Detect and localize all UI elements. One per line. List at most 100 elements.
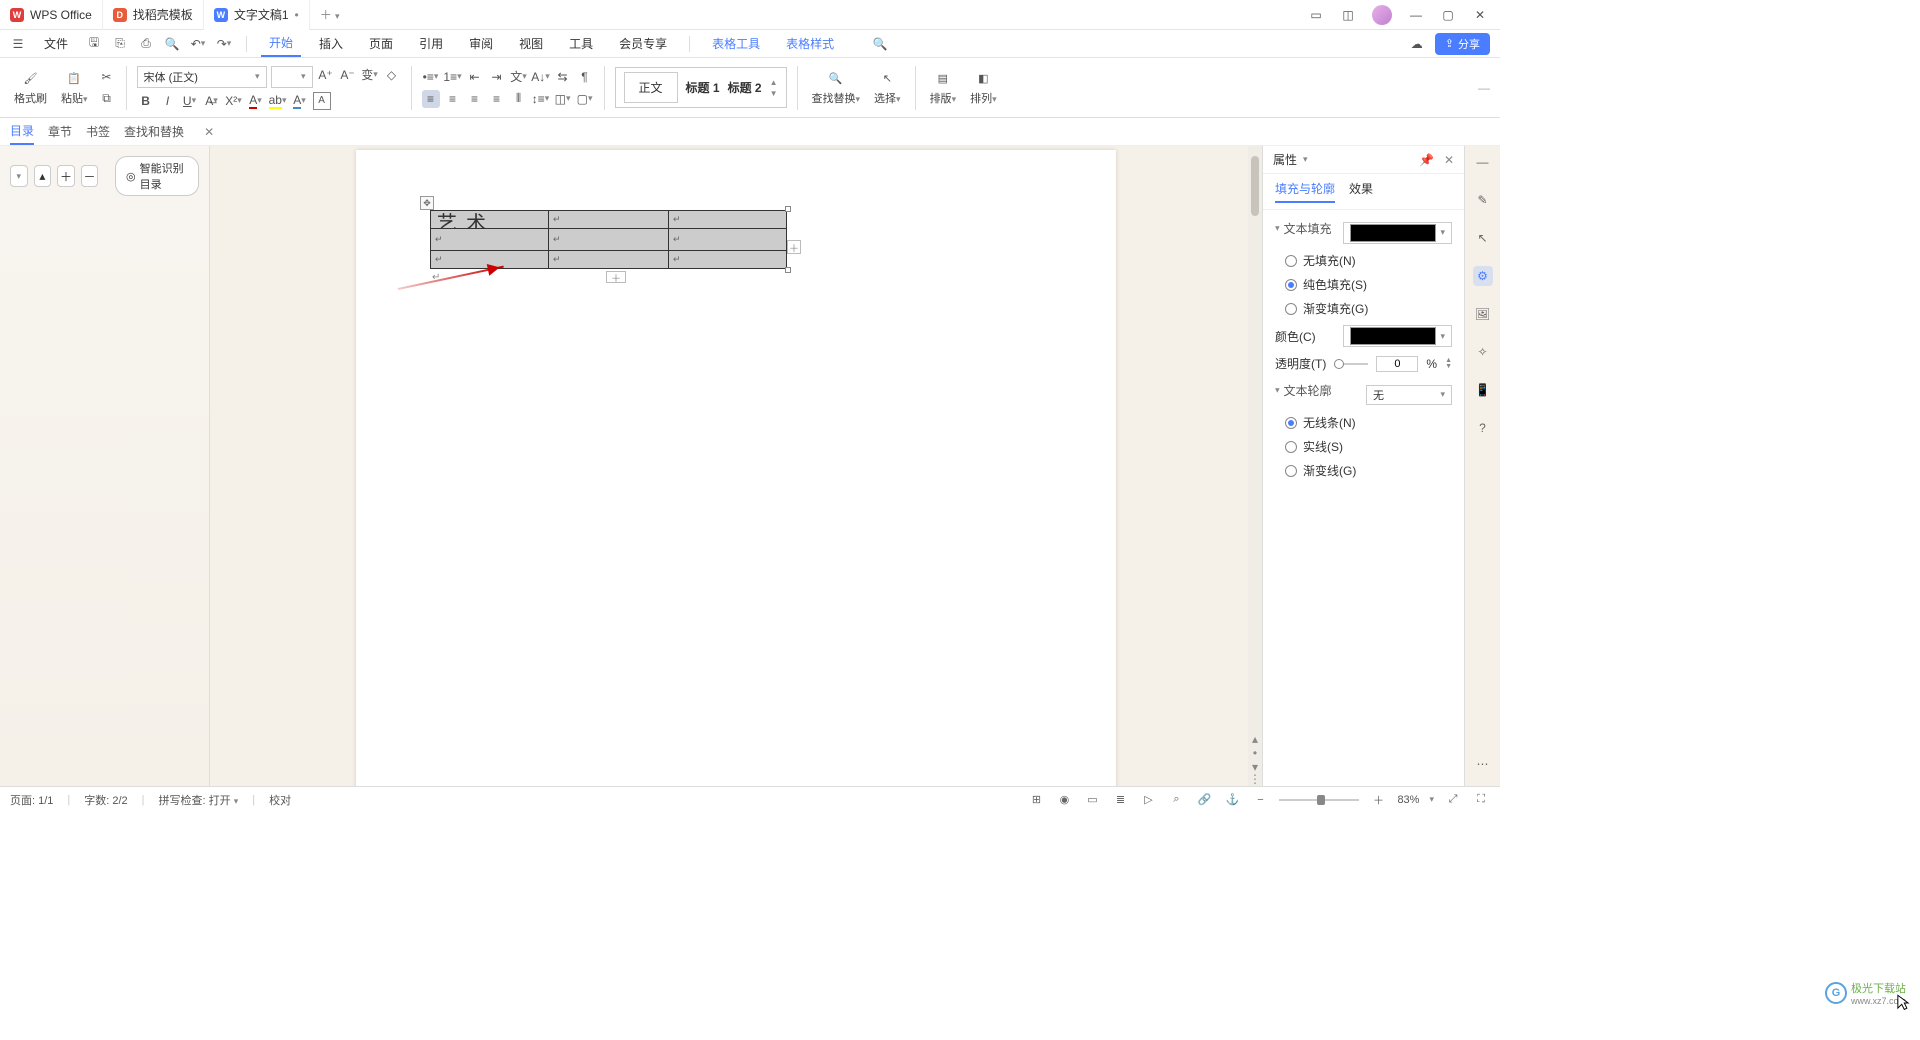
menu-tool[interactable]: 工具 <box>561 31 601 56</box>
decrease-font-icon[interactable]: A⁻ <box>339 66 357 84</box>
menu-vip[interactable]: 会员专享 <box>611 31 675 56</box>
tab-document[interactable]: W 文字文稿1 • <box>204 0 310 30</box>
underline-icon[interactable]: U▾ <box>181 92 199 110</box>
arrange-button[interactable]: ◧ 排列▾ <box>966 68 1001 108</box>
vertical-scrollbar[interactable]: ▴ • ▾ ⋮ <box>1248 146 1262 786</box>
opacity-input[interactable] <box>1376 356 1418 372</box>
share-button[interactable]: ⇪ 分享 <box>1435 33 1490 55</box>
tab-close-icon[interactable]: • <box>295 8 299 22</box>
superscript-icon[interactable]: X²▾ <box>225 92 243 110</box>
table-cell[interactable]: ↵ <box>669 251 787 269</box>
nav-tab-findreplace[interactable]: 查找和替换 <box>124 119 184 144</box>
outline-view-icon[interactable]: ≣ <box>1111 791 1129 809</box>
radio-no-fill[interactable]: 无填充(N) <box>1285 252 1452 269</box>
bullets-icon[interactable]: •≡▾ <box>422 68 440 86</box>
radio-no-line[interactable]: 无线条(N) <box>1285 414 1452 431</box>
scroll-dot-icon[interactable]: • <box>1250 748 1260 758</box>
prop-tab-fill[interactable]: 填充与轮廓 <box>1275 180 1335 203</box>
strikethrough-icon[interactable]: A̶▾ <box>203 92 221 110</box>
show-marks-icon[interactable]: ¶ <box>576 68 594 86</box>
pen-icon[interactable]: ✎ <box>1473 190 1493 210</box>
align-right-icon[interactable]: ≡ <box>466 90 484 108</box>
menu-view[interactable]: 视图 <box>511 31 551 56</box>
table-cell[interactable]: 艺 术 <box>431 211 549 229</box>
opacity-spinner[interactable]: ▲▼ <box>1445 358 1452 370</box>
pointer-tool-icon[interactable]: ↖ <box>1473 228 1493 248</box>
increase-font-icon[interactable]: A⁺ <box>317 66 335 84</box>
style-scroll-up[interactable]: ▲ <box>770 78 778 87</box>
collapse-icon[interactable]: — <box>1473 152 1493 172</box>
select-button[interactable]: ↖ 选择▾ <box>870 68 905 108</box>
align-center-icon[interactable]: ≡ <box>444 90 462 108</box>
scroll-up-icon[interactable]: ▴ <box>1250 734 1260 744</box>
menu-home[interactable]: 开始 <box>261 30 301 57</box>
font-size-select[interactable]: ▾ <box>271 66 313 88</box>
menu-table-style[interactable]: 表格样式 <box>778 31 842 56</box>
font-color-icon[interactable]: A▾ <box>247 92 265 110</box>
selection-handle[interactable] <box>785 206 791 212</box>
radio-solid-fill[interactable]: 纯色填充(S) <box>1285 276 1452 293</box>
table-cell[interactable]: ↵ <box>669 211 787 229</box>
print-icon[interactable]: ⎙ <box>138 36 154 52</box>
status-page[interactable]: 页面: 1/1 <box>10 792 53 808</box>
read-view-icon[interactable]: ▷ <box>1139 791 1157 809</box>
close-icon[interactable]: ✕ <box>1472 7 1488 23</box>
menu-file[interactable]: 文件 <box>36 31 76 56</box>
image-tool-icon[interactable]: 🖼 <box>1473 304 1493 324</box>
status-spell[interactable]: 拼写检查: 打开 ▾ <box>159 792 239 808</box>
shading-icon[interactable]: A▾ <box>291 92 309 110</box>
book-icon[interactable]: ▭ <box>1308 7 1324 23</box>
table-move-handle[interactable]: ✥ <box>420 196 434 210</box>
phone-icon[interactable]: 📱 <box>1473 380 1493 400</box>
table-cell[interactable]: ↵ <box>549 251 669 269</box>
paste-button[interactable]: 📋 粘贴▾ <box>57 68 92 108</box>
nav-add-button[interactable]: ＋ <box>57 165 75 187</box>
page-view-icon[interactable]: ▭ <box>1083 791 1101 809</box>
section-text-outline[interactable]: 文本轮廓 <box>1275 382 1332 399</box>
zoom-value[interactable]: 83% <box>1397 794 1419 806</box>
ribbon-collapse-icon[interactable]: — <box>1478 81 1490 95</box>
save-icon[interactable]: 🖫 <box>86 36 102 52</box>
clear-format-icon[interactable]: ◇ <box>383 66 401 84</box>
ruler-icon[interactable]: ✧ <box>1473 342 1493 362</box>
line-spacing-icon[interactable]: ↕≡▾ <box>532 90 550 108</box>
tab-template[interactable]: D 找稻壳模板 <box>103 0 204 30</box>
nav-up-button[interactable]: ▴ <box>34 165 52 187</box>
prop-tab-effect[interactable]: 效果 <box>1349 180 1373 203</box>
para-shading-icon[interactable]: ◫▾ <box>554 90 572 108</box>
minimize-icon[interactable]: — <box>1408 7 1424 23</box>
distribute-icon[interactable]: ⫴ <box>510 90 528 108</box>
selection-handle[interactable] <box>785 267 791 273</box>
panel-close-icon[interactable]: ✕ <box>1444 153 1454 167</box>
document-page[interactable]: ✥ 艺 术 ↵ ↵ ↵ ↵ ↵ ↵ <box>356 150 1116 786</box>
align-left-icon[interactable]: ≡ <box>422 90 440 108</box>
char-border-icon[interactable]: A <box>313 92 331 110</box>
expand-view-icon[interactable]: ⛶ <box>1472 791 1490 809</box>
tool2-icon[interactable]: ⚓ <box>1223 791 1241 809</box>
zoom-out-icon[interactable]: − <box>1251 791 1269 809</box>
properties-tool-icon[interactable]: ⚙ <box>1473 266 1493 286</box>
menu-review[interactable]: 审阅 <box>461 31 501 56</box>
smart-toc-button[interactable]: ◎ 智能识别目录 <box>115 156 199 196</box>
cloud-icon[interactable]: ☁ <box>1409 36 1425 52</box>
scroll-down-icon[interactable]: ▾ <box>1250 762 1260 772</box>
align-justify-icon[interactable]: ≡ <box>488 90 506 108</box>
radio-gradient-fill[interactable]: 渐变填充(G) <box>1285 300 1452 317</box>
table-cell[interactable]: ↵ <box>669 229 787 251</box>
font-name-select[interactable]: 宋体 (正文)▾ <box>137 66 267 88</box>
section-text-fill[interactable]: 文本填充 <box>1275 220 1332 237</box>
menu-insert[interactable]: 插入 <box>311 31 351 56</box>
borders-icon[interactable]: ▢▾ <box>576 90 594 108</box>
undo-icon[interactable]: ↶▾ <box>190 36 206 52</box>
format-painter-button[interactable]: 🖌 格式刷 <box>10 68 51 108</box>
table-cell[interactable]: ↵ <box>549 211 669 229</box>
help-icon[interactable]: ? <box>1473 418 1493 438</box>
status-proof[interactable]: 校对 <box>269 792 291 808</box>
find-replace-button[interactable]: 🔍 查找替换▾ <box>808 68 865 108</box>
style-scroll-down[interactable]: ▼ <box>770 89 778 98</box>
preview-icon[interactable]: 🔍 <box>164 36 180 52</box>
maximize-icon[interactable]: ▢ <box>1440 7 1456 23</box>
cut-icon[interactable]: ✂ <box>98 68 116 86</box>
menu-table-tools[interactable]: 表格工具 <box>704 31 768 56</box>
link-icon[interactable]: ⎘ <box>112 36 128 52</box>
